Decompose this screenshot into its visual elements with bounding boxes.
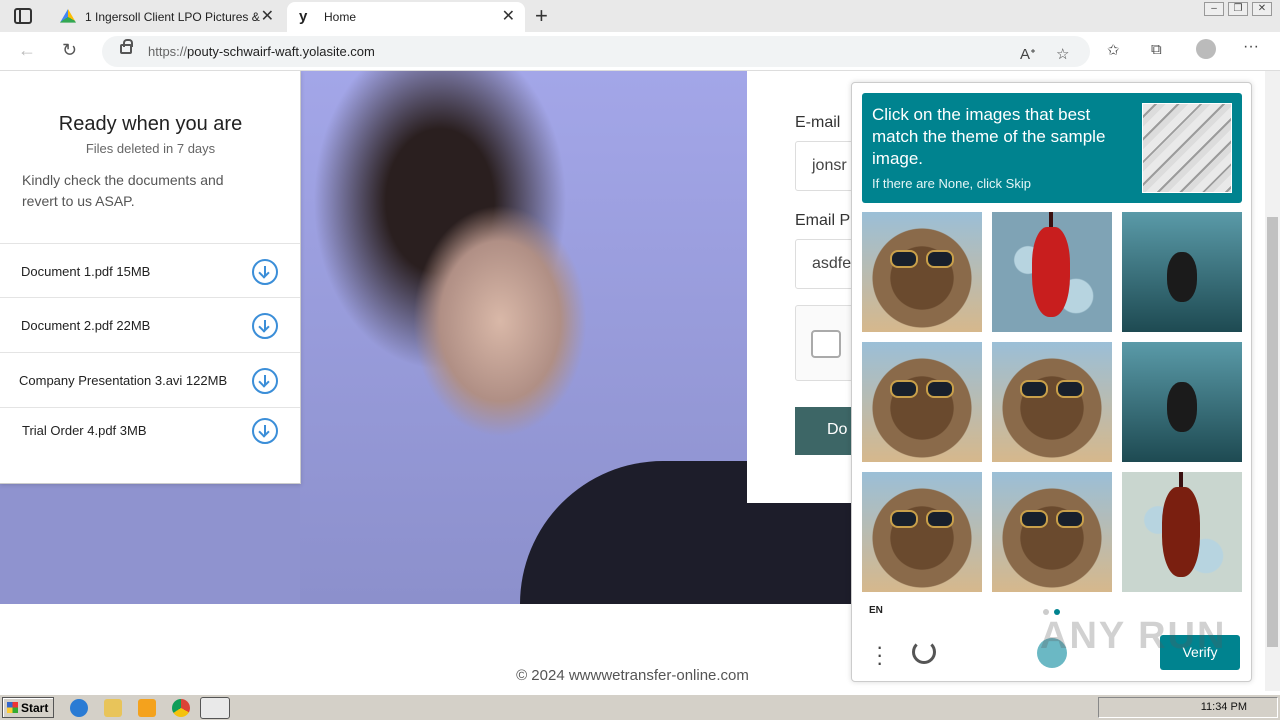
taskbar: Start 11:34 PM	[0, 694, 1280, 720]
tile-bear[interactable]	[862, 212, 982, 332]
menu-dots-icon[interactable]: · · ·	[876, 636, 883, 674]
media-player-icon[interactable]	[138, 699, 156, 717]
password-label: Email P	[795, 212, 851, 229]
address-bar: ← ↻ https://pouty-schwairf-waft.yolasite…	[0, 32, 1280, 71]
tab-title: 1 Ingersoll Client LPO Pictures &	[85, 10, 260, 24]
file-label: Company Presentation 3.avi 122MB	[19, 373, 228, 388]
clock: 11:34 PM	[1200, 701, 1247, 713]
close-tab-icon[interactable]: ✕	[261, 9, 274, 25]
new-tab-icon[interactable]: +	[535, 3, 548, 29]
hcaptcha-challenge: Click on the images that best match the …	[851, 82, 1252, 682]
violin-body	[1032, 227, 1070, 317]
file-row[interactable]: Trial Order 4.pdf 3MB	[0, 407, 300, 461]
ie-icon[interactable]	[70, 699, 88, 717]
language-selector[interactable]: EN	[869, 605, 883, 616]
tile-violin[interactable]	[992, 212, 1112, 332]
sunglasses	[1020, 510, 1084, 528]
minimize-icon[interactable]: –	[1204, 2, 1224, 16]
download-icon[interactable]	[252, 259, 278, 285]
edge-taskbar-button[interactable]	[200, 697, 230, 719]
google-drive-icon	[60, 9, 76, 23]
underwater-figure	[1167, 252, 1197, 302]
challenge-prompt: Click on the images that best match the …	[872, 105, 1106, 168]
file-row[interactable]: Company Presentation 3.avi 122MB	[0, 352, 300, 406]
file-row[interactable]: Document 1.pdf 15MB	[0, 243, 300, 297]
url-text: https://pouty-schwairf-waft.yolasite.com	[148, 44, 375, 59]
sunglasses	[890, 250, 954, 268]
woman-photo	[300, 71, 1080, 604]
add-favorite-icon[interactable]: ☆	[1056, 45, 1069, 63]
url-scheme: https://	[148, 44, 188, 59]
tab-bar: 1 Ingersoll Client LPO Pictures & ✕ y Ho…	[0, 0, 1280, 32]
skip-hint: If there are None, click Skip	[872, 176, 1031, 191]
card-title: Ready when you are	[58, 113, 243, 135]
image-grid	[862, 212, 1244, 594]
file-label: Document 2.pdf 22MB	[21, 318, 151, 333]
system-tray: 11:34 PM	[1098, 697, 1278, 718]
tab-home[interactable]: y Home ✕	[287, 2, 525, 32]
download-icon[interactable]	[252, 418, 278, 444]
download-card: Ready when you are Files deleted in 7 da…	[0, 71, 301, 484]
file-label: Document 1.pdf 15MB	[21, 264, 151, 279]
tile-underwater[interactable]	[1122, 212, 1242, 332]
refresh-icon[interactable]	[912, 640, 936, 664]
window-close-icon[interactable]: ✕	[1252, 2, 1272, 16]
captcha-checkbox[interactable]	[811, 330, 841, 358]
sample-image	[1142, 103, 1232, 193]
download-icon[interactable]	[252, 368, 278, 394]
sunglasses	[890, 380, 954, 398]
tile-bear[interactable]	[992, 342, 1112, 462]
restore-icon[interactable]: ❐	[1228, 2, 1248, 16]
url-field[interactable]: https://pouty-schwairf-waft.yolasite.com…	[102, 36, 1090, 67]
tile-bear[interactable]	[862, 472, 982, 592]
sunglasses	[890, 510, 954, 528]
back-icon[interactable]: ←	[18, 40, 36, 61]
profile-avatar-icon[interactable]	[1196, 39, 1216, 59]
tile-bear[interactable]	[862, 342, 982, 462]
email-label: E-mail	[795, 114, 841, 131]
tile-bear[interactable]	[992, 472, 1112, 592]
more-menu-icon[interactable]: ···	[1243, 38, 1259, 56]
underwater-figure	[1167, 382, 1197, 432]
card-message: Kindly check the documents and revert to…	[22, 172, 224, 209]
reload-icon[interactable]: ↻	[62, 40, 77, 61]
window-controls: – ❐ ✕	[1204, 2, 1272, 16]
download-icon[interactable]	[252, 313, 278, 339]
file-label: Trial Order 4.pdf 3MB	[22, 423, 147, 438]
read-aloud-icon[interactable]: Aᐩ	[1020, 45, 1036, 63]
yola-icon: y	[299, 8, 308, 25]
lock-icon[interactable]	[120, 39, 133, 54]
file-row[interactable]: Document 2.pdf 22MB	[0, 297, 300, 351]
sunglasses	[1020, 380, 1084, 398]
challenge-header: Click on the images that best match the …	[862, 93, 1242, 203]
violin-body	[1162, 487, 1200, 577]
tile-violin[interactable]	[1122, 472, 1242, 592]
collections-icon[interactable]: ⧉	[1151, 41, 1162, 58]
page-scrollbar[interactable]	[1265, 71, 1280, 691]
browser-chrome: 1 Ingersoll Client LPO Pictures & ✕ y Ho…	[0, 0, 1280, 71]
anyrun-watermark: ANY RUN	[1040, 615, 1227, 657]
favorites-icon[interactable]: ✩	[1107, 41, 1120, 59]
tile-underwater[interactable]	[1122, 342, 1242, 462]
close-tab-icon[interactable]: ✕	[502, 9, 515, 25]
folder-icon[interactable]	[104, 699, 122, 717]
url-host: pouty-schwairf-waft.yolasite.com	[187, 44, 375, 59]
start-button[interactable]: Start	[2, 697, 54, 718]
card-subtitle: Files deleted in 7 days	[85, 141, 216, 156]
tab-ingersoll[interactable]: 1 Ingersoll Client LPO Pictures & ✕	[48, 2, 284, 32]
tab-actions-icon[interactable]	[14, 8, 32, 24]
tab-title: Home	[324, 10, 357, 24]
scrollbar-thumb[interactable]	[1267, 217, 1278, 647]
chrome-icon[interactable]	[172, 699, 190, 717]
